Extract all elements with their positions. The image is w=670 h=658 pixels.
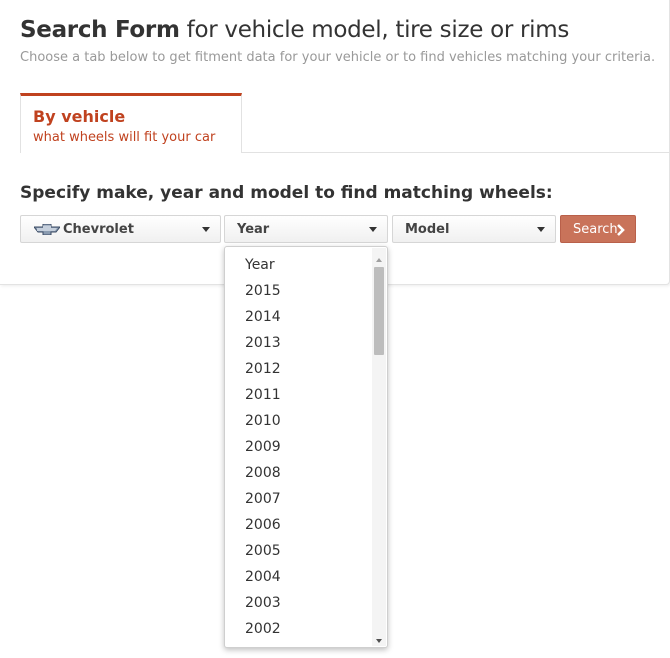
year-option[interactable]: Year bbox=[225, 252, 373, 278]
year-dropdown[interactable]: Year 2015 2014 2013 2012 2011 2010 2009 … bbox=[224, 246, 388, 648]
page-title: Search Form for vehicle model, tire size… bbox=[20, 17, 569, 43]
search-button-label: Search bbox=[573, 222, 618, 237]
year-chevron-down-icon bbox=[369, 227, 377, 232]
search-button[interactable]: Search bbox=[560, 215, 636, 243]
year-options-list[interactable]: Year 2015 2014 2013 2012 2011 2010 2009 … bbox=[225, 252, 373, 642]
model-select-value: Model bbox=[405, 222, 450, 237]
year-option[interactable]: 2011 bbox=[225, 382, 373, 408]
page-subtitle: Choose a tab below to get fitment data f… bbox=[20, 50, 656, 65]
tab-by-vehicle-title: By vehicle bbox=[33, 107, 126, 126]
scroll-up-arrow-icon[interactable] bbox=[376, 258, 382, 262]
page-title-rest: for vehicle model, tire size or rims bbox=[179, 17, 570, 43]
year-option[interactable]: 2009 bbox=[225, 434, 373, 460]
model-chevron-down-icon bbox=[537, 227, 545, 232]
tab-by-vehicle-subtitle: what wheels will fit your car bbox=[33, 130, 216, 145]
year-option[interactable]: 2008 bbox=[225, 460, 373, 486]
year-option[interactable]: 2006 bbox=[225, 512, 373, 538]
year-select-value: Year bbox=[237, 222, 270, 237]
year-option[interactable]: 2004 bbox=[225, 564, 373, 590]
chevron-right-icon bbox=[617, 224, 625, 236]
year-option[interactable]: 2002 bbox=[225, 616, 373, 642]
year-option[interactable]: 2013 bbox=[225, 330, 373, 356]
page-title-strong: Search Form bbox=[20, 17, 180, 43]
year-option[interactable]: 2015 bbox=[225, 278, 373, 304]
year-option[interactable]: 2005 bbox=[225, 538, 373, 564]
year-option[interactable]: 2012 bbox=[225, 356, 373, 382]
tab-by-vehicle[interactable]: By vehicle what wheels will fit your car bbox=[20, 93, 242, 153]
form-heading: Specify make, year and model to find mat… bbox=[20, 183, 553, 203]
make-select-value: Chevrolet bbox=[63, 222, 134, 237]
year-option[interactable]: 2014 bbox=[225, 304, 373, 330]
year-option[interactable]: 2003 bbox=[225, 590, 373, 616]
dropdown-scrollbar[interactable] bbox=[372, 248, 386, 646]
make-select[interactable]: Chevrolet bbox=[20, 215, 221, 243]
make-chevron-down-icon bbox=[202, 227, 210, 232]
year-select[interactable]: Year bbox=[224, 215, 388, 243]
scroll-down-arrow-icon[interactable] bbox=[376, 639, 382, 643]
chevrolet-bowtie-icon bbox=[34, 224, 60, 235]
year-option[interactable]: 2007 bbox=[225, 486, 373, 512]
scroll-thumb[interactable] bbox=[374, 267, 384, 355]
model-select[interactable]: Model bbox=[392, 215, 556, 243]
search-form-card: Search Form for vehicle model, tire size… bbox=[0, 0, 670, 285]
year-option[interactable]: 2010 bbox=[225, 408, 373, 434]
